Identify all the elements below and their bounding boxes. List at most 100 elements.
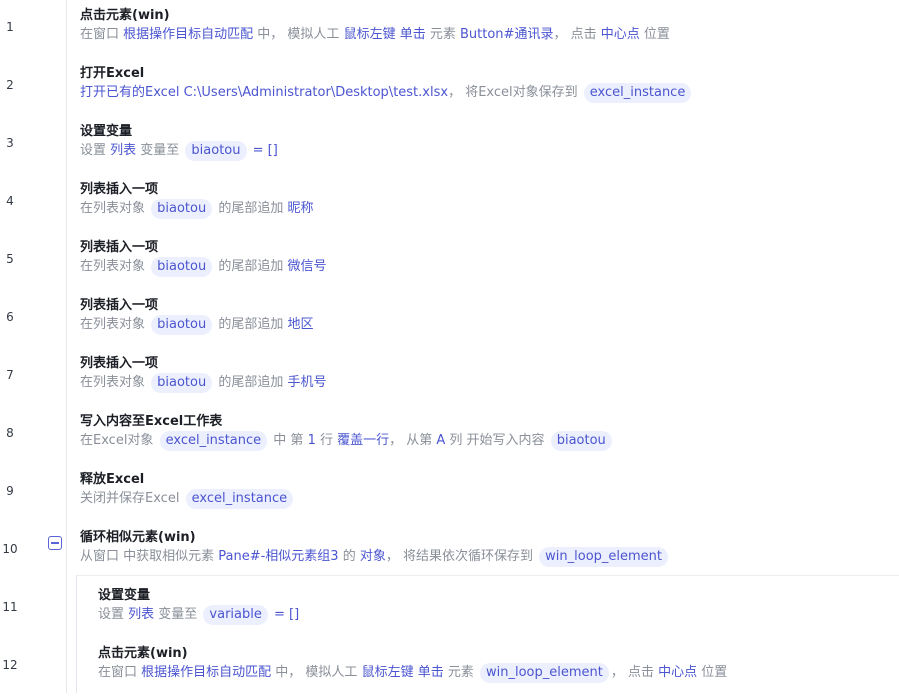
flow-step[interactable]: 10 循环相似元素(win) 从窗口 中获取相似元素 Pane#-相似元素组3 的 … bbox=[0, 522, 899, 580]
description-text: ， 从第 bbox=[389, 433, 437, 448]
variable-pill[interactable]: excel_instance bbox=[159, 431, 268, 451]
step-description: 打开已有的Excel C:\Users\Administrator\Deskto… bbox=[80, 82, 693, 104]
parameter-link[interactable]: 微信号 bbox=[287, 259, 326, 274]
parameter-link[interactable]: 1 bbox=[308, 433, 316, 448]
step-description: 在窗口 根据操作目标自动匹配 中， 模拟人工 鼠标左键 单击 元素 Button… bbox=[80, 24, 670, 46]
flow-step[interactable]: 2 打开Excel 打开已有的Excel C:\Users\Administrato… bbox=[0, 58, 899, 116]
line-number: 7 bbox=[6, 368, 14, 382]
flow-step[interactable]: 3 设置变量 设置 列表 变量至 biaotou = [] bbox=[0, 116, 899, 174]
description-text: 设置 bbox=[98, 607, 129, 622]
description-text: 在窗口 bbox=[98, 665, 142, 680]
flow-step[interactable]: 1 点击元素(win) 在窗口 根据操作目标自动匹配 中， 模拟人工 鼠标左键 单击… bbox=[0, 0, 899, 58]
parameter-link[interactable]: 中心点 bbox=[658, 665, 697, 680]
step-description: 设置 列表 变量至 biaotou = [] bbox=[80, 140, 278, 162]
flow-step[interactable]: 5 列表插入一项 在列表对象 biaotou 的尾部追加 微信号 bbox=[0, 232, 899, 290]
collapse-icon[interactable] bbox=[48, 536, 62, 550]
variable-pill[interactable]: excel_instance bbox=[583, 83, 692, 103]
description-text: 在Excel对象 bbox=[80, 433, 158, 448]
parameter-link[interactable]: 列表 bbox=[128, 607, 154, 622]
description-text: 元素 bbox=[443, 665, 478, 680]
flow-step[interactable]: 7 列表插入一项 在列表对象 biaotou 的尾部追加 手机号 bbox=[0, 348, 899, 406]
line-number: 10 bbox=[2, 542, 18, 556]
variable-pill[interactable]: win_loop_element bbox=[539, 547, 669, 567]
description-text: 中， 模拟人工 bbox=[271, 665, 362, 680]
parameter-link[interactable]: 手机号 bbox=[287, 375, 326, 390]
parameter-link[interactable]: C:\Users\Administrator\Desktop\test.xlsx bbox=[184, 85, 448, 100]
line-number: 8 bbox=[6, 426, 14, 440]
description-text: 位置 bbox=[697, 665, 728, 680]
step-description: 在窗口 根据操作目标自动匹配 中， 模拟人工 鼠标左键 单击 元素 win_lo… bbox=[98, 662, 727, 684]
variable-pill[interactable]: biaotou bbox=[185, 141, 247, 161]
parameter-link[interactable]: 地区 bbox=[287, 317, 313, 332]
parameter-link[interactable]: 列表 bbox=[110, 143, 136, 158]
description-text: 中， 模拟人工 bbox=[253, 27, 344, 42]
step-description: 在列表对象 biaotou 的尾部追加 手机号 bbox=[80, 372, 327, 394]
step-title: 点击元素(win) bbox=[98, 646, 188, 661]
parameter-link[interactable]: 根据操作目标自动匹配 bbox=[141, 665, 271, 680]
parameter-link[interactable]: 鼠标左键 bbox=[362, 665, 414, 680]
step-description: 设置 列表 变量至 variable = [] bbox=[98, 604, 299, 626]
step-title: 释放Excel bbox=[80, 472, 145, 487]
parameter-link[interactable]: 对象 bbox=[360, 549, 386, 564]
description-text: 中 第 bbox=[269, 433, 308, 448]
parameter-link[interactable]: 单击 bbox=[400, 27, 426, 42]
description-text: 列 开始写入内容 bbox=[445, 433, 549, 448]
step-description: 从窗口 中获取相似元素 Pane#-相似元素组3 的 对象， 将结果依次循环保存… bbox=[80, 546, 670, 568]
line-number: 5 bbox=[6, 252, 14, 266]
variable-pill[interactable]: biaotou bbox=[151, 199, 213, 219]
parameter-link[interactable]: 单击 bbox=[418, 665, 444, 680]
parameter-link[interactable]: 打开已有的Excel bbox=[80, 85, 179, 100]
line-number: 2 bbox=[6, 78, 14, 92]
parameter-link[interactable]: = [] bbox=[274, 607, 299, 622]
description-text: 变量至 bbox=[154, 607, 202, 622]
variable-pill[interactable]: biaotou bbox=[151, 373, 213, 393]
description-text: 从窗口 中获取相似元素 bbox=[80, 549, 219, 564]
step-description: 在Excel对象 excel_instance 中 第 1 行 覆盖一行， 从第… bbox=[80, 430, 614, 452]
variable-pill[interactable]: biaotou bbox=[151, 315, 213, 335]
flow-step[interactable]: 11 设置变量 设置 列表 变量至 variable = [] bbox=[0, 580, 899, 638]
step-title: 列表插入一项 bbox=[80, 182, 159, 197]
parameter-link[interactable]: = [] bbox=[253, 143, 278, 158]
line-number: 11 bbox=[2, 600, 18, 614]
parameter-link[interactable]: A bbox=[436, 433, 445, 448]
step-description: 在列表对象 biaotou 的尾部追加 微信号 bbox=[80, 256, 327, 278]
flow-step[interactable]: 12 点击元素(win) 在窗口 根据操作目标自动匹配 中， 模拟人工 鼠标左键 单… bbox=[0, 638, 899, 696]
description-text: ， 将结果依次循环保存到 bbox=[385, 549, 538, 564]
line-number: 1 bbox=[6, 20, 14, 34]
parameter-link[interactable]: Pane#-相似元素组3 bbox=[218, 549, 338, 564]
flow-step[interactable]: 8 写入内容至Excel工作表 在Excel对象 excel_instance 中 … bbox=[0, 406, 899, 464]
parameter-link[interactable]: 覆盖一行 bbox=[337, 433, 389, 448]
parameter-link[interactable]: 昵称 bbox=[287, 201, 313, 216]
parameter-link[interactable]: 根据操作目标自动匹配 bbox=[123, 27, 253, 42]
variable-pill[interactable]: excel_instance bbox=[185, 489, 294, 509]
step-description: 在列表对象 biaotou 的尾部追加 昵称 bbox=[80, 198, 314, 220]
description-text: 的尾部追加 bbox=[214, 201, 288, 216]
flow-step[interactable]: 6 列表插入一项 在列表对象 biaotou 的尾部追加 地区 bbox=[0, 290, 899, 348]
line-number: 12 bbox=[2, 658, 18, 672]
variable-pill[interactable]: win_loop_element bbox=[480, 663, 609, 683]
variable-pill[interactable]: variable bbox=[203, 605, 268, 625]
step-title: 列表插入一项 bbox=[80, 356, 159, 371]
description-text: 的尾部追加 bbox=[214, 317, 288, 332]
flow-step[interactable]: 4 列表插入一项 在列表对象 biaotou 的尾部追加 昵称 bbox=[0, 174, 899, 232]
step-title: 列表插入一项 bbox=[80, 240, 159, 255]
parameter-link[interactable]: Button#通讯录 bbox=[460, 27, 553, 42]
description-text: 的 bbox=[338, 549, 360, 564]
line-number: 3 bbox=[6, 136, 14, 150]
step-title: 打开Excel bbox=[80, 66, 145, 81]
description-text: 关闭并保存Excel bbox=[80, 491, 184, 506]
flow-step[interactable]: 9 释放Excel 关闭并保存Excel excel_instance bbox=[0, 464, 899, 522]
parameter-link[interactable]: 鼠标左键 bbox=[344, 27, 396, 42]
line-number: 4 bbox=[6, 194, 14, 208]
parameter-link[interactable]: 中心点 bbox=[601, 27, 640, 42]
step-title: 列表插入一项 bbox=[80, 298, 159, 313]
description-text: 的尾部追加 bbox=[214, 259, 288, 274]
variable-pill[interactable]: biaotou bbox=[151, 257, 213, 277]
description-text: ， 将Excel对象保存到 bbox=[448, 85, 582, 100]
step-title: 设置变量 bbox=[80, 124, 133, 139]
description-text: ， 点击 bbox=[553, 27, 601, 42]
description-text: 在列表对象 bbox=[80, 317, 150, 332]
description-text: 行 bbox=[315, 433, 338, 448]
variable-pill[interactable]: biaotou bbox=[550, 431, 612, 451]
description-text: 在列表对象 bbox=[80, 375, 150, 390]
